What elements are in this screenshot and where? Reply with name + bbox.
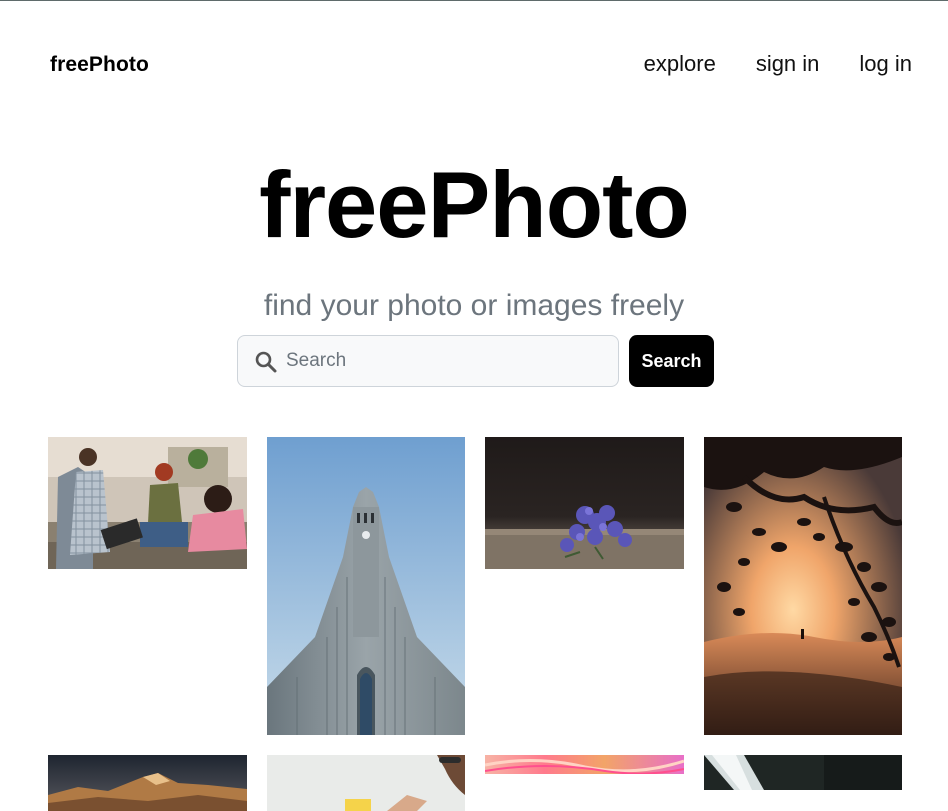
brand-logo-link[interactable]: freePhoto xyxy=(50,53,149,77)
gallery-photo-yellow-note[interactable] xyxy=(267,755,465,811)
hero-subtitle: find your photo or images freely xyxy=(263,289,685,322)
nav-link-explore[interactable]: explore xyxy=(644,51,716,77)
gallery-photo-church-tower[interactable] xyxy=(267,437,465,735)
nav-links: explore sign in log in xyxy=(644,51,912,77)
nav-link-sign-in[interactable]: sign in xyxy=(756,51,820,77)
gallery-photo-purple-flowers[interactable] xyxy=(485,437,684,569)
search-icon xyxy=(254,350,278,374)
search-input[interactable] xyxy=(286,337,606,385)
navbar: freePhoto explore sign in log in xyxy=(0,0,948,130)
gallery-photo-abstract-swirls[interactable] xyxy=(485,755,684,774)
gallery-photo-dark-interior[interactable] xyxy=(704,755,902,790)
nav-link-log-in[interactable]: log in xyxy=(859,51,912,77)
search-form: Search xyxy=(237,335,714,387)
gallery-photo-mountains[interactable] xyxy=(48,755,247,811)
gallery-photo-desert-sunset[interactable] xyxy=(704,437,902,735)
photo-gallery xyxy=(48,437,902,811)
hero-title: freePhoto xyxy=(259,152,690,257)
gallery-photo-friends[interactable] xyxy=(48,437,247,569)
search-box xyxy=(237,335,619,387)
search-button[interactable]: Search xyxy=(629,335,714,387)
